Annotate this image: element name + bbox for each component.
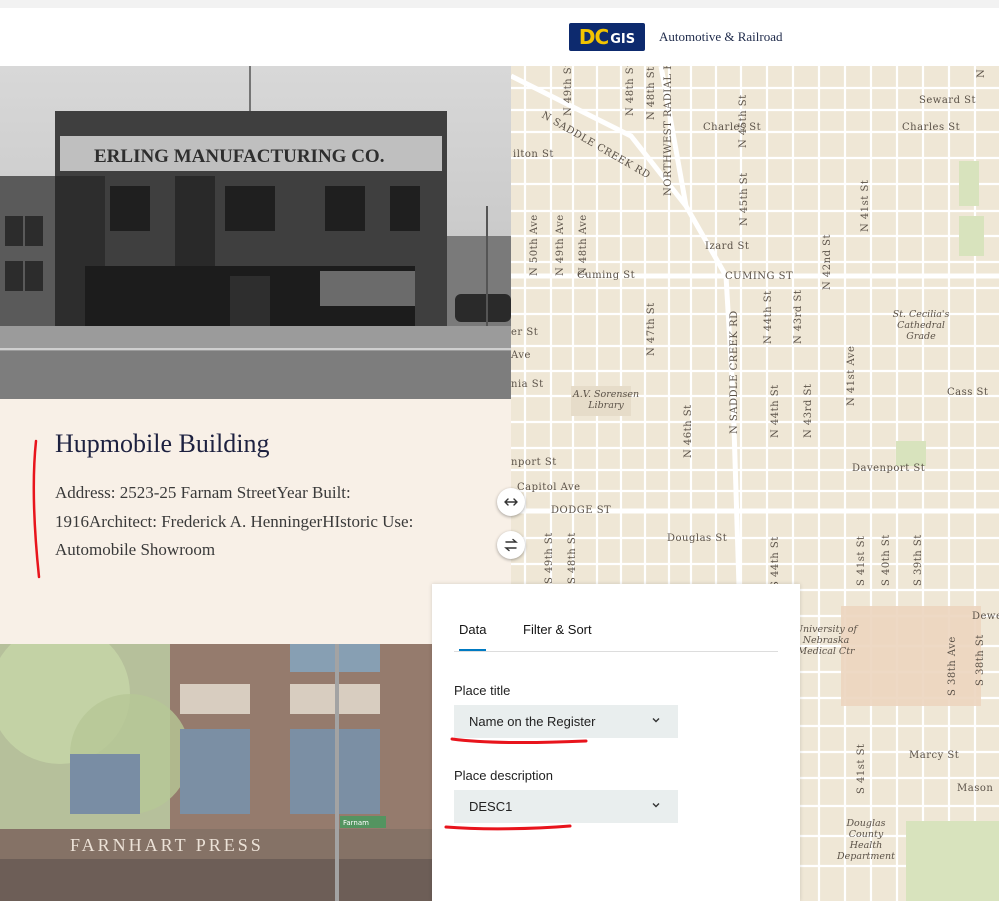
red-annotation-vertical <box>32 439 41 579</box>
map-label: N 41st Ave <box>846 345 857 406</box>
left-right-arrows-icon <box>504 498 518 506</box>
logo-secondary: GIS <box>610 31 636 47</box>
map-label: nia St <box>511 379 544 390</box>
map-label: N 42nd St <box>822 233 833 290</box>
map-label: S 41st St <box>856 535 867 586</box>
place-description-label: Place description <box>454 768 553 783</box>
map-label: N 49th St <box>563 66 574 116</box>
map-label: NORTHWEST RADIAL H <box>663 66 674 196</box>
map-label: Charles St <box>902 122 961 133</box>
app-subtitle: Automotive & Railroad <box>659 29 783 44</box>
logo-primary: DC <box>578 25 609 49</box>
map-label: S 41st St <box>856 743 867 794</box>
chevron-down-icon <box>652 718 660 723</box>
map-label: N 43rd St <box>803 383 814 438</box>
map-label: S 38th St <box>975 634 986 686</box>
map-label: Mason <box>957 783 994 794</box>
map-label: nport St <box>511 457 557 468</box>
map-label: S 44th St <box>770 536 781 588</box>
color-building-photo: FARNHART PRESS Farnam <box>0 644 432 901</box>
map-label: Seward St <box>919 95 977 106</box>
map-label: Cass St <box>947 387 989 398</box>
map-label: N 45th St <box>738 94 749 148</box>
map-label: Douglas St <box>667 533 728 544</box>
map-label: N 44th St <box>770 384 781 438</box>
place-title-value: Name on the Register <box>469 714 596 729</box>
map-label: University of Nebraska Medical Ctr <box>794 624 858 657</box>
place-description: Address: 2523-25 Farnam StreetYear Built… <box>55 483 414 559</box>
map-label: Ave <box>511 350 531 361</box>
map-label: A.V. Sorensen Library <box>572 389 640 411</box>
map-label: N 4 <box>976 66 987 78</box>
map-label: N SADDLE CREEK RD <box>729 310 740 434</box>
top-strip <box>0 0 999 8</box>
place-description-value: DESC1 <box>469 799 513 814</box>
map-label: CUMING ST <box>725 271 794 282</box>
place-title-select[interactable]: Name on the Register <box>454 705 678 738</box>
map-label: Marcy St <box>909 750 960 761</box>
map-label: N 41st St <box>860 179 871 232</box>
map-label: N 46th St <box>683 404 694 458</box>
map-label: N 50th Ave <box>529 214 540 276</box>
place-description-select[interactable]: DESC1 <box>454 790 678 823</box>
map-label: er St <box>511 327 539 338</box>
swap-arrows-icon <box>504 538 518 552</box>
chevron-down-icon <box>652 803 660 808</box>
second-place-photo: FARNHART PRESS Farnam <box>0 644 432 901</box>
historic-building-photo: ERLING MANUFACTURING CO. <box>0 66 511 399</box>
map-label: Charles St <box>703 122 762 133</box>
building-sign: ERLING MANUFACTURING CO. <box>94 146 384 167</box>
tab-data[interactable]: Data <box>459 622 487 651</box>
map-label: Izard St <box>705 241 750 252</box>
map-label: ilton St <box>513 149 554 160</box>
map-label: N 43rd St <box>793 289 804 344</box>
map-label: Capitol Ave <box>517 482 581 493</box>
map-label: S 39th St <box>913 534 924 586</box>
map-label: S 48th St <box>567 532 578 584</box>
map-label: S 49th St <box>544 532 555 584</box>
map-label: DODGE ST <box>551 505 612 516</box>
map-label: S 40th St <box>881 534 892 586</box>
map-label: S 38th Ave <box>947 636 958 696</box>
swap-panels-button[interactable] <box>497 531 525 559</box>
place-photo: ERLING MANUFACTURING CO. <box>0 66 511 399</box>
map-label: N 48th St <box>646 66 657 120</box>
map-label: N 47th St <box>646 302 657 356</box>
map-label: N 48th St <box>625 66 636 116</box>
place-title-label: Place title <box>454 683 511 698</box>
map-label: Davenport St <box>852 463 926 474</box>
map-label: N 44th St <box>763 290 774 344</box>
map-label: St. Cecilia's Cathedral Grade <box>892 309 950 342</box>
resize-split-button[interactable] <box>497 488 525 516</box>
map-label: N 48th Ave <box>578 214 589 276</box>
dcgis-logo[interactable]: DC GIS <box>569 23 645 51</box>
map-label: Douglas County Health Department <box>837 818 895 862</box>
map-label: N 45th St <box>739 172 750 226</box>
map-label: N 49th Ave <box>555 214 566 276</box>
data-settings-panel: Data Filter & Sort Place title Name on t… <box>432 584 800 901</box>
tab-filter-sort[interactable]: Filter & Sort <box>523 622 592 649</box>
place-title: Hupmobile Building <box>55 429 270 458</box>
map-label: Dewe <box>972 611 999 622</box>
panel-tabs: Data Filter & Sort <box>454 616 778 652</box>
app-header: DC GIS Automotive & Railroad <box>0 8 999 66</box>
